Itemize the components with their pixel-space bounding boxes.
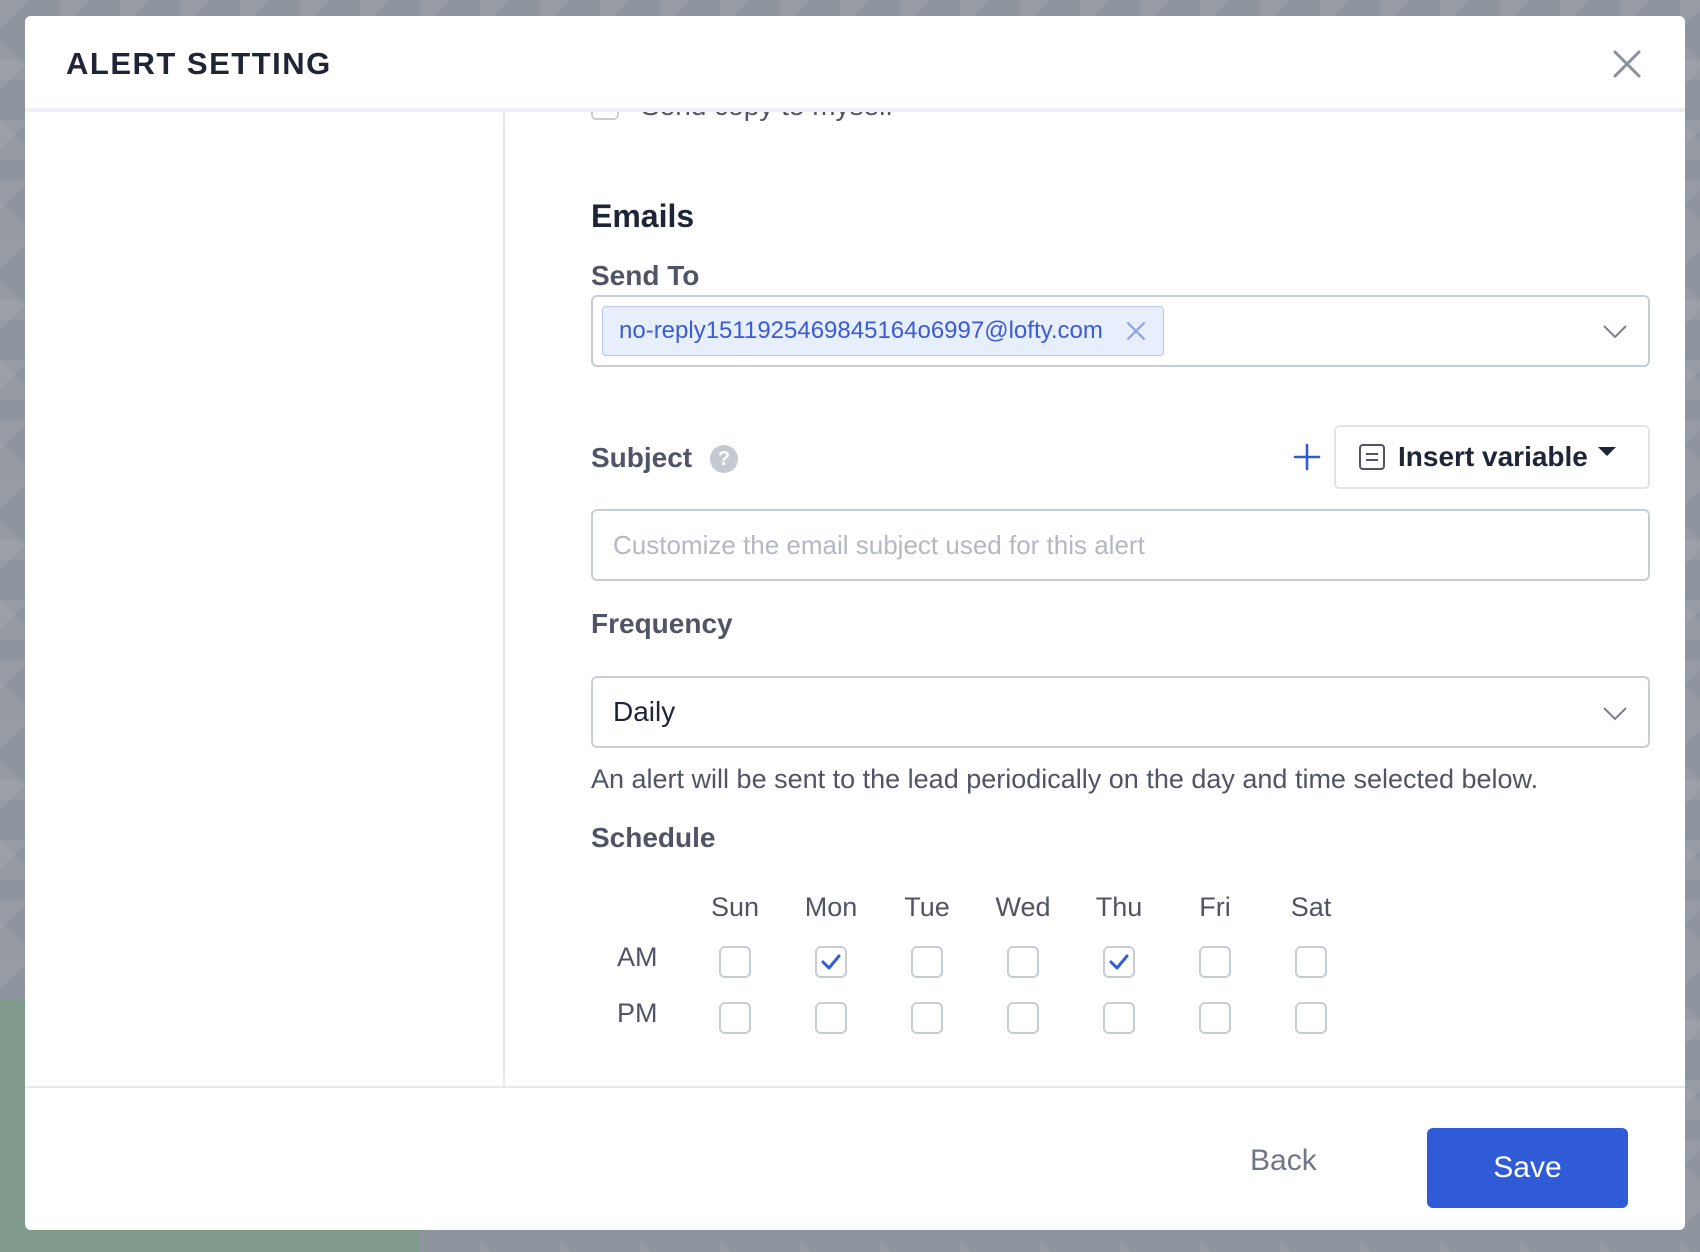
settings-form: Send copy to myself Emails Send To no-re… — [507, 112, 1685, 1086]
left-pane — [25, 112, 505, 1086]
schedule-checkbox-am-thu[interactable] — [1103, 946, 1135, 978]
modal-header: ALERT SETTING — [25, 16, 1685, 112]
schedule-day-mon: Mon — [804, 892, 858, 922]
checkmark-icon — [821, 954, 841, 970]
chevron-down-icon — [1603, 707, 1627, 721]
schedule-checkbox-pm-sun[interactable] — [719, 1002, 751, 1034]
checkmark-icon — [1109, 954, 1129, 970]
schedule-checkbox-am-fri[interactable] — [1199, 946, 1231, 978]
schedule-day-sat: Sat — [1290, 892, 1332, 922]
subject-input[interactable] — [591, 509, 1650, 581]
schedule-label: Schedule — [591, 822, 716, 853]
schedule-row-pm: PM — [617, 998, 658, 1028]
chevron-down-icon[interactable] — [1602, 324, 1628, 340]
modal-footer: Back Save — [25, 1086, 1685, 1230]
schedule-day-wed: Wed — [995, 892, 1051, 922]
recipient-email: no-reply1511925469845164o6997@lofty.com — [619, 317, 1103, 344]
schedule-checkbox-am-sat[interactable] — [1295, 946, 1327, 978]
frequency-label: Frequency — [591, 608, 733, 639]
tag-remove-icon[interactable] — [1125, 320, 1147, 342]
send-to-label: Send To — [591, 260, 700, 291]
frequency-select[interactable]: Daily — [591, 676, 1650, 748]
schedule-checkbox-am-sun[interactable] — [719, 946, 751, 978]
schedule-checkbox-pm-tue[interactable] — [911, 1002, 943, 1034]
document-icon — [1359, 444, 1385, 470]
alert-setting-modal: ALERT SETTING Send copy to myself Emails… — [25, 16, 1685, 1230]
schedule-checkbox-pm-fri[interactable] — [1199, 1002, 1231, 1034]
close-button[interactable] — [1607, 44, 1647, 84]
frequency-helper-text: An alert will be sent to the lead period… — [591, 764, 1539, 794]
recipient-tag: no-reply1511925469845164o6997@lofty.com — [602, 306, 1164, 356]
plus-icon[interactable] — [1293, 443, 1321, 471]
send-to-input[interactable]: no-reply1511925469845164o6997@lofty.com — [591, 295, 1650, 367]
schedule-checkbox-pm-wed[interactable] — [1007, 1002, 1039, 1034]
modal-title: ALERT SETTING — [66, 46, 332, 81]
schedule-checkbox-am-mon[interactable] — [815, 946, 847, 978]
back-button[interactable]: Back — [1250, 1144, 1317, 1178]
schedule-checkbox-pm-mon[interactable] — [815, 1002, 847, 1034]
schedule-day-fri: Fri — [1199, 892, 1231, 922]
send-copy-row[interactable]: Send copy to myself — [591, 112, 893, 122]
send-copy-checkbox[interactable] — [591, 112, 619, 120]
help-icon[interactable]: ? — [710, 445, 738, 473]
send-copy-label: Send copy to myself — [641, 112, 893, 122]
schedule-row-am: AM — [617, 942, 658, 972]
frequency-value: Daily — [613, 696, 676, 727]
schedule-day-sun: Sun — [710, 892, 760, 922]
emails-section-title: Emails — [591, 198, 695, 234]
save-button[interactable]: Save — [1427, 1128, 1628, 1208]
schedule-checkbox-pm-sat[interactable] — [1295, 1002, 1327, 1034]
subject-label: Subject — [591, 442, 693, 473]
close-icon — [1613, 50, 1641, 78]
schedule-checkbox-am-tue[interactable] — [911, 946, 943, 978]
schedule-checkbox-am-wed[interactable] — [1007, 946, 1039, 978]
schedule-day-tue: Tue — [904, 892, 950, 922]
insert-variable-label: Insert variable — [1398, 441, 1588, 472]
insert-variable-button[interactable]: Insert variable — [1334, 425, 1650, 489]
schedule-checkbox-pm-thu[interactable] — [1103, 1002, 1135, 1034]
schedule-day-thu: Thu — [1095, 892, 1143, 922]
caret-down-icon — [1597, 446, 1616, 456]
